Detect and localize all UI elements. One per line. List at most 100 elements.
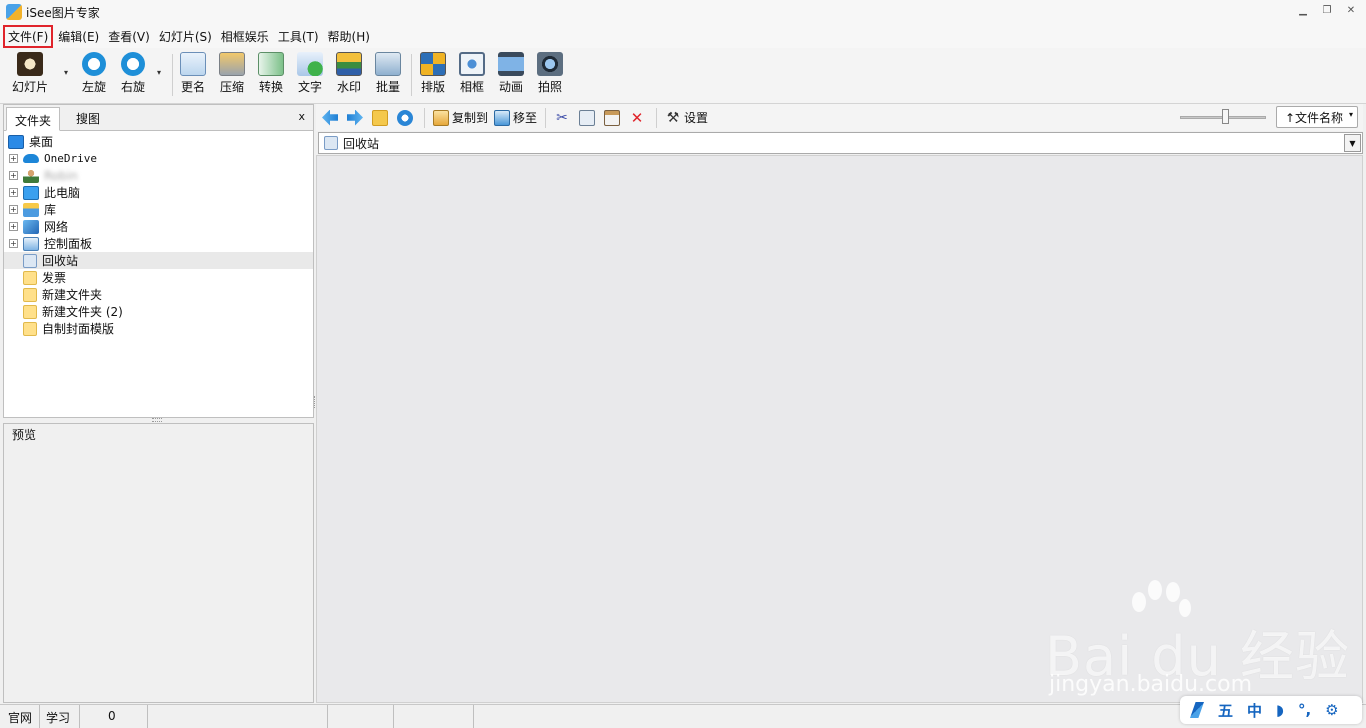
tree-item-new-folder[interactable]: 新建文件夹 (4, 286, 313, 303)
copy-button[interactable] (579, 107, 598, 129)
convert-button[interactable]: 转换 (258, 52, 284, 100)
menu-tools[interactable]: 工具(T) (274, 26, 323, 47)
app-logo-icon (6, 4, 22, 20)
file-count: 0 (80, 705, 148, 728)
tree-item-library[interactable]: + 库 (4, 201, 313, 218)
expander-icon[interactable]: + (9, 205, 18, 214)
ime-punctuation-icon[interactable]: °, (1298, 701, 1311, 719)
delete-button[interactable]: ✕ (629, 107, 648, 129)
slideshow-button[interactable]: 幻灯片 (12, 52, 48, 100)
ime-halfwidth-icon[interactable]: ◗ (1276, 701, 1284, 719)
menu-view[interactable]: 查看(V) (104, 26, 154, 47)
folder-tree: 桌面 + OneDrive + Robin + 此电脑 + 库 + 网络 + 控… (4, 131, 313, 337)
folder-panel: 文件夹 搜图 x 桌面 + OneDrive + Robin + 此电脑 + 库 (3, 104, 314, 418)
animation-button[interactable]: 动画 (498, 52, 524, 100)
text-label: 文字 (297, 80, 322, 94)
refresh-button[interactable] (397, 107, 416, 129)
folder-icon (23, 304, 37, 319)
slideshow-dropdown-icon[interactable]: ▾ (64, 68, 68, 77)
status-cell (148, 705, 328, 728)
official-site-link[interactable]: 官网 (0, 705, 40, 728)
expander-icon[interactable]: + (9, 154, 18, 163)
animation-icon (498, 52, 524, 76)
frame-button[interactable]: 相框 (459, 52, 485, 100)
tab-search-image[interactable]: 搜图 (68, 106, 108, 130)
batch-button[interactable]: 批量 (375, 52, 401, 100)
copy-to-button[interactable]: 复制到 (433, 107, 488, 129)
up-folder-button[interactable] (372, 107, 391, 129)
chevron-down-icon: ▾ (1348, 110, 1353, 119)
text-button[interactable]: 文字 (297, 52, 323, 100)
watermark-button[interactable]: 水印 (336, 52, 362, 100)
learn-link[interactable]: 学习 (40, 705, 80, 728)
ime-chinese-button[interactable]: 中 (1247, 700, 1262, 721)
address-bar[interactable]: 回收站 ▼ (318, 132, 1363, 154)
paste-icon (604, 109, 621, 126)
recycle-bin-icon (23, 253, 37, 268)
tree-item-onedrive[interactable]: + OneDrive (4, 150, 313, 167)
tools-icon: ⚒ (666, 109, 680, 126)
forward-button[interactable] (347, 107, 366, 129)
tree-item-label: 自制封面模版 (42, 322, 115, 336)
animation-label: 动画 (498, 80, 523, 94)
tab-folders[interactable]: 文件夹 (6, 107, 61, 131)
copy-icon (579, 109, 596, 126)
rename-icon (180, 52, 206, 76)
menu-file[interactable]: 文件(F) (3, 24, 54, 48)
sort-select[interactable]: ↑文件名称 ▾ (1276, 106, 1358, 128)
move-to-button[interactable]: 移至 (494, 107, 537, 129)
status-bar: 官网 学习 0 (0, 704, 1366, 728)
slider-thumb[interactable] (1222, 109, 1229, 124)
tree-item-cover-template[interactable]: 自制封面模版 (4, 320, 313, 337)
expander-icon[interactable]: + (9, 222, 18, 231)
ime-logo-icon[interactable] (1190, 702, 1204, 718)
address-path: 回收站 (343, 136, 380, 151)
tree-item-invoice[interactable]: 发票 (4, 269, 313, 286)
menu-edit[interactable]: 编辑(E) (54, 26, 103, 47)
minimize-button[interactable]: ▁ (1296, 4, 1310, 18)
close-button[interactable]: ✕ (1344, 4, 1358, 18)
address-dropdown-button[interactable]: ▼ (1344, 134, 1361, 152)
recycle-bin-icon (324, 136, 338, 150)
ime-wubi-button[interactable]: 五 (1218, 700, 1233, 721)
tree-item-desktop[interactable]: 桌面 (4, 133, 313, 150)
menu-slideshow[interactable]: 幻灯片(S) (155, 26, 216, 47)
text-tool-icon (297, 52, 323, 76)
photo-button[interactable]: 拍照 (537, 52, 563, 100)
back-button[interactable] (322, 107, 341, 129)
toolbar-separator (424, 107, 425, 128)
copy-to-label: 复制到 (452, 111, 489, 125)
panel-tabs: 文件夹 搜图 x (4, 105, 313, 131)
rotate-dropdown-icon[interactable]: ▾ (157, 68, 161, 77)
panel-close-button[interactable]: x (298, 110, 305, 123)
tree-item-user[interactable]: + Robin (4, 167, 313, 184)
folder-icon (23, 287, 37, 302)
layout-button[interactable]: 排版 (420, 52, 446, 100)
cut-button[interactable]: ✂ (554, 107, 573, 129)
tree-item-recycle-bin[interactable]: 回收站 (4, 252, 313, 269)
settings-button[interactable]: ⚒ 设置 (665, 107, 708, 129)
watermark-url: jingyan.baidu.com (1049, 672, 1253, 697)
tree-item-network[interactable]: + 网络 (4, 218, 313, 235)
menu-bar: 文件(F) 编辑(E) 查看(V) 幻灯片(S) 相框娱乐 工具(T) 帮助(H… (0, 24, 1366, 48)
rotate-left-icon (82, 52, 106, 76)
menu-help[interactable]: 帮助(H) (324, 26, 374, 47)
settings-label: 设置 (684, 111, 709, 125)
rotate-right-icon (121, 52, 145, 76)
compress-button[interactable]: 压缩 (219, 52, 245, 100)
rename-button[interactable]: 更名 (180, 52, 206, 100)
expander-icon[interactable]: + (9, 171, 18, 180)
menu-frame-fun[interactable]: 相框娱乐 (217, 26, 273, 47)
restore-button[interactable]: ❐ (1320, 4, 1334, 18)
rotate-left-button[interactable]: 左旋 (82, 52, 106, 100)
rotate-right-button[interactable]: 右旋 (121, 52, 145, 100)
tree-item-label: 新建文件夹 (42, 288, 103, 302)
tree-item-this-pc[interactable]: + 此电脑 (4, 184, 313, 201)
tree-item-new-folder-2[interactable]: 新建文件夹 (2) (4, 303, 313, 320)
expander-icon[interactable]: + (9, 239, 18, 248)
horizontal-splitter-handle[interactable] (152, 418, 162, 422)
ime-settings-icon[interactable]: ⚙ (1325, 701, 1338, 719)
paste-button[interactable] (604, 107, 623, 129)
expander-icon[interactable]: + (9, 188, 18, 197)
tree-item-control-panel[interactable]: + 控制面板 (4, 235, 313, 252)
